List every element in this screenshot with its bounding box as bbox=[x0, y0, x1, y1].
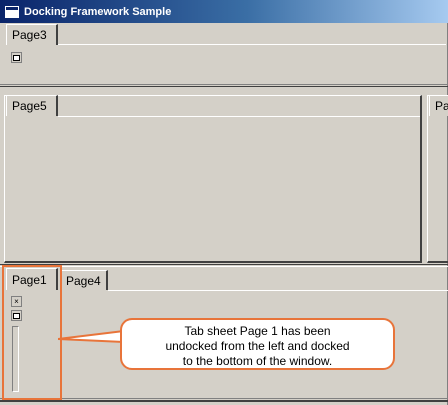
tab-page5-label: Page5 bbox=[12, 99, 47, 113]
splitter-top-shadow bbox=[0, 86, 448, 87]
highlight-box bbox=[2, 265, 62, 400]
tab-page-right-label: Pa bbox=[435, 99, 448, 113]
splitter-top[interactable] bbox=[0, 84, 448, 85]
splitter-bottom[interactable] bbox=[0, 264, 448, 265]
tab-page-right[interactable]: Pa bbox=[429, 95, 448, 116]
tab-page4[interactable]: Page4 bbox=[60, 270, 108, 290]
tab-page3-label: Page3 bbox=[12, 28, 47, 42]
window-bottom-shadow bbox=[0, 400, 448, 402]
callout-line-3: to the bottom of the window. bbox=[182, 354, 333, 368]
page5-strip-divider bbox=[58, 116, 420, 117]
tab-page4-label: Page4 bbox=[66, 273, 101, 288]
app-icon bbox=[5, 5, 19, 18]
page-right-panel bbox=[427, 95, 448, 263]
splitter-bottom-highlight bbox=[0, 266, 448, 267]
callout-bubble: Tab sheet Page 1 has been undocked from … bbox=[120, 318, 395, 370]
callout-pointer bbox=[58, 329, 124, 344]
window-bottom-edge bbox=[0, 398, 448, 399]
title-bar[interactable]: Docking Framework Sample bbox=[0, 0, 448, 23]
callout-line-1: Tab sheet Page 1 has been bbox=[184, 324, 331, 338]
page5-panel bbox=[4, 95, 422, 263]
app-window: Docking Framework Sample Page3 Page5 Pa … bbox=[0, 0, 448, 405]
tab-page5[interactable]: Page5 bbox=[6, 95, 58, 116]
tab-strip-divider bbox=[58, 44, 446, 45]
window-title: Docking Framework Sample bbox=[24, 5, 172, 18]
tab-page3[interactable]: Page3 bbox=[6, 24, 58, 45]
bottom-strip-divider bbox=[108, 290, 448, 291]
pin-icon[interactable] bbox=[11, 52, 22, 63]
callout-line-2: undocked from the left and docked bbox=[165, 339, 350, 353]
